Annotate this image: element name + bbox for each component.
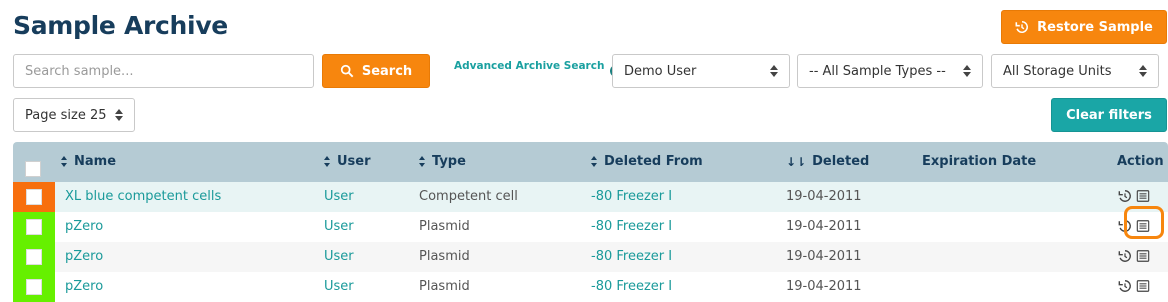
advanced-search-label: Advanced Archive Search <box>454 60 605 72</box>
deleted-from-link[interactable]: -80 Freezer I <box>591 249 672 264</box>
history-icon[interactable] <box>1118 189 1132 203</box>
search-label: Search <box>361 63 413 79</box>
sample-type: Plasmid <box>419 279 470 294</box>
select-arrows-icon <box>963 65 971 77</box>
column-action-label: Action <box>1117 154 1164 169</box>
sample-type-filter-value: -- All Sample Types -- <box>809 63 946 79</box>
history-icon[interactable] <box>1118 279 1132 293</box>
sample-archive-table: Name User Type Deleted From ↓⇂ Deleted E… <box>13 142 1168 302</box>
user-filter-select[interactable]: Demo User <box>612 54 790 88</box>
column-deleted-label: Deleted <box>812 154 870 169</box>
sample-type: Competent cell <box>419 189 518 204</box>
deleted-date: 19-04-2011 <box>786 249 862 264</box>
column-header-expiration: Expiration Date <box>922 154 1036 169</box>
column-header-deleted-from[interactable]: Deleted From <box>591 154 703 169</box>
column-header-name[interactable]: Name <box>61 154 116 169</box>
row-checkbox[interactable] <box>26 279 42 295</box>
select-arrows-icon <box>1139 65 1147 77</box>
select-arrows-icon <box>770 65 778 77</box>
sort-icon <box>324 156 331 167</box>
column-deleted-from-label: Deleted From <box>604 154 703 169</box>
user-filter-value: Demo User <box>624 63 697 79</box>
column-header-action: Action <box>1117 154 1164 169</box>
page-size-select[interactable]: Page size 25 <box>13 98 135 132</box>
column-header-type[interactable]: Type <box>419 154 466 169</box>
search-input[interactable] <box>13 54 314 88</box>
user-link[interactable]: User <box>324 279 354 294</box>
row-checkbox[interactable] <box>26 249 42 265</box>
history-icon[interactable] <box>1118 249 1132 263</box>
sample-type-filter-select[interactable]: -- All Sample Types -- <box>797 54 983 88</box>
deleted-from-link[interactable]: -80 Freezer I <box>591 219 672 234</box>
row-checkbox[interactable] <box>26 219 42 235</box>
user-link[interactable]: User <box>324 189 354 204</box>
sort-icon <box>591 156 598 167</box>
sample-type: Plasmid <box>419 249 470 264</box>
restore-sample-label: Restore Sample <box>1037 19 1153 35</box>
storage-unit-filter-select[interactable]: All Storage Units <box>991 54 1159 88</box>
sort-icon <box>61 156 68 167</box>
details-highlight-ring <box>1124 206 1164 239</box>
deleted-date: 19-04-2011 <box>786 279 862 294</box>
page-size-value: Page size 25 <box>25 107 107 123</box>
sort-icon <box>419 156 426 167</box>
page-title: Sample Archive <box>13 11 228 40</box>
deleted-from-link[interactable]: -80 Freezer I <box>591 279 672 294</box>
column-header-deleted[interactable]: ↓⇂ Deleted <box>786 154 869 169</box>
deleted-from-link[interactable]: -80 Freezer I <box>591 189 672 204</box>
sample-name-link[interactable]: pZero <box>65 249 103 264</box>
column-name-label: Name <box>74 154 117 169</box>
user-link[interactable]: User <box>324 219 354 234</box>
row-checkbox[interactable] <box>26 189 42 205</box>
sample-name-link[interactable]: pZero <box>65 219 103 234</box>
search-icon <box>340 64 354 78</box>
row-actions <box>1118 279 1150 293</box>
sample-type: Plasmid <box>419 219 470 234</box>
restore-sample-button[interactable]: Restore Sample <box>1001 10 1167 44</box>
sort-descending-icon: ↓⇂ <box>786 154 807 169</box>
column-user-label: User <box>337 154 371 169</box>
clear-filters-button[interactable]: Clear filters <box>1051 98 1167 132</box>
column-expiration-label: Expiration Date <box>922 154 1037 169</box>
table-header: Name User Type Deleted From ↓⇂ Deleted E… <box>13 142 1168 182</box>
advanced-archive-search-link[interactable]: Advanced Archive Search ? <box>454 55 623 77</box>
column-header-user[interactable]: User <box>324 154 371 169</box>
search-button[interactable]: Search <box>322 54 430 88</box>
list-detail-icon[interactable] <box>1136 189 1150 203</box>
user-link[interactable]: User <box>324 249 354 264</box>
deleted-date: 19-04-2011 <box>786 219 862 234</box>
column-type-label: Type <box>432 154 466 169</box>
table-row[interactable]: XL blue competent cells User Competent c… <box>13 182 1168 212</box>
sample-name-link[interactable]: pZero <box>65 279 103 294</box>
list-detail-icon[interactable] <box>1136 279 1150 293</box>
table-row[interactable]: pZero User Plasmid -80 Freezer I 19-04-2… <box>13 272 1168 302</box>
table-row[interactable]: pZero User Plasmid -80 Freezer I 19-04-2… <box>13 206 1168 242</box>
sample-name-link[interactable]: XL blue competent cells <box>65 189 221 204</box>
row-actions <box>1118 189 1150 203</box>
select-arrows-icon <box>115 109 123 121</box>
table-row[interactable]: pZero User Plasmid -80 Freezer I 19-04-2… <box>13 242 1168 272</box>
history-icon <box>1015 20 1029 33</box>
select-all-checkbox[interactable] <box>25 161 41 177</box>
storage-unit-filter-value: All Storage Units <box>1003 63 1112 79</box>
list-detail-icon[interactable] <box>1136 249 1150 263</box>
deleted-date: 19-04-2011 <box>786 189 862 204</box>
row-actions <box>1118 249 1150 263</box>
